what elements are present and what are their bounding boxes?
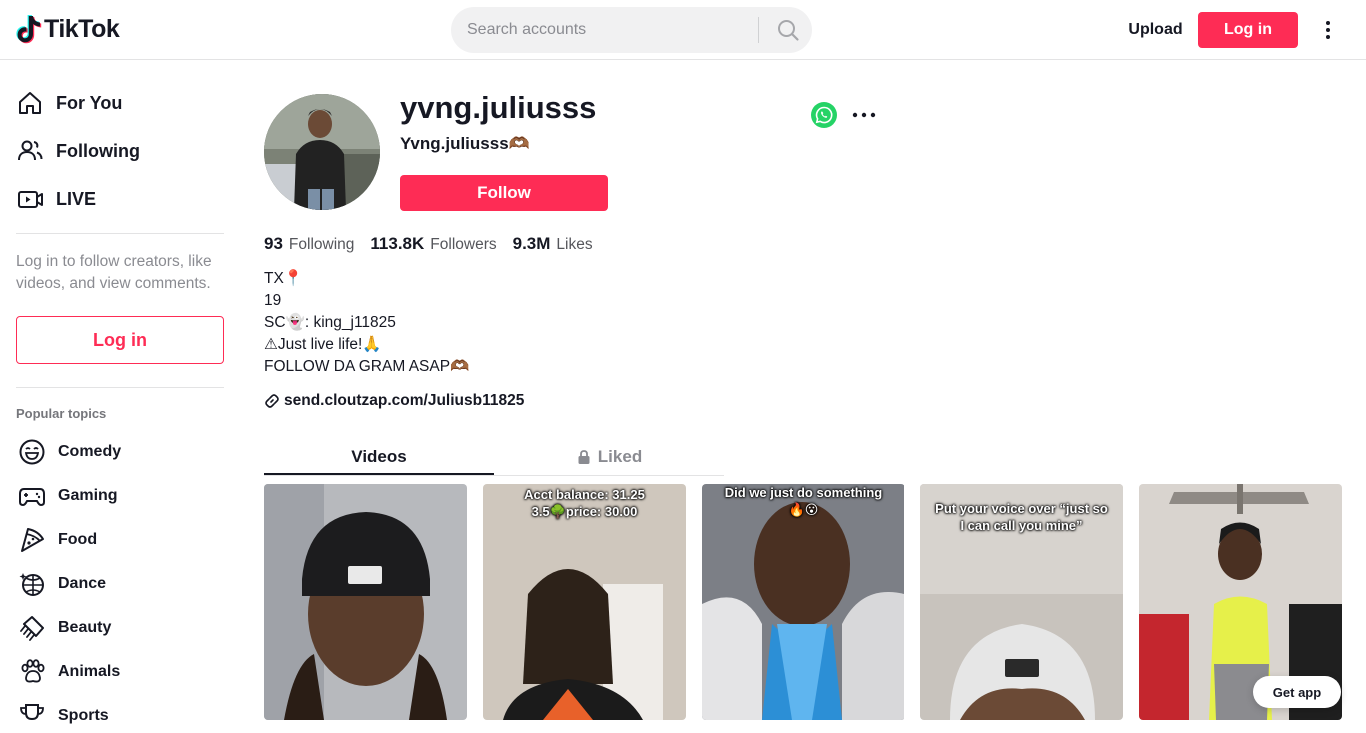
stat-label: Likes	[556, 236, 593, 253]
comb-icon	[16, 612, 48, 644]
video-thumbnail-image	[264, 484, 467, 720]
sidebar-item-live[interactable]: LIVE	[16, 179, 96, 219]
profile-link[interactable]: send.cloutzap.com/Juliusb11825	[264, 392, 524, 410]
search-input[interactable]	[467, 7, 757, 53]
profile-more-button[interactable]	[850, 103, 878, 127]
lock-icon	[578, 449, 590, 464]
people-icon	[16, 135, 48, 167]
topic-label: Sports	[58, 707, 109, 724]
bio-line: TX📍	[264, 270, 304, 287]
live-icon	[16, 183, 48, 215]
stat-followers[interactable]: 113.8K Followers	[370, 234, 496, 254]
disco-ball-icon	[16, 568, 48, 600]
video-caption: Acct balance: 31.25 3.5🌳price: 30.00	[483, 486, 686, 520]
profile-nickname: Yvng.juliusss🫶🏾	[400, 134, 530, 153]
tiktok-logo[interactable]: TikTok	[16, 14, 120, 44]
profile-bio: TX📍 19 SC👻: king_j11825 ⚠Just live life!…	[264, 268, 469, 378]
login-hint-text: Log in to follow creators, like videos, …	[16, 253, 212, 292]
video-thumbnail-image	[702, 484, 904, 720]
sidebar-item-label: For You	[56, 92, 123, 113]
stat-likes: 9.3M Likes	[513, 234, 593, 254]
link-icon	[265, 394, 279, 408]
sidebar-item-label: Following	[56, 140, 140, 161]
sidebar-item-for-you[interactable]: For You	[16, 83, 122, 123]
more-options-button[interactable]	[1316, 16, 1340, 44]
sidebar-divider	[16, 387, 224, 388]
get-app-button[interactable]: Get app	[1253, 676, 1341, 708]
profile-tabs: Videos Liked	[264, 438, 724, 476]
stat-value: 9.3M	[512, 234, 551, 253]
bio-line: FOLLOW DA GRAM ASAP🫶🏾	[264, 358, 470, 375]
smile-icon	[16, 436, 48, 468]
search-button[interactable]	[763, 7, 812, 53]
stat-value: 113.8K	[370, 234, 425, 253]
stat-following[interactable]: 93 Following	[264, 234, 354, 254]
video-caption: Did we just do something 🔥😮	[702, 484, 905, 518]
topic-animals[interactable]: Animals	[16, 655, 120, 689]
topic-label: Animals	[58, 663, 121, 680]
popular-topics-heading: Popular topics	[16, 406, 107, 421]
whatsapp-share-button[interactable]	[811, 102, 837, 128]
topic-comedy[interactable]: Comedy	[16, 435, 121, 469]
stat-label: Followers	[430, 236, 497, 253]
sidebar-item-label: LIVE	[56, 188, 97, 209]
profile-link-text: send.cloutzap.com/Juliusb11825	[284, 392, 525, 409]
avatar-photo	[264, 94, 380, 210]
top-header: TikTok Upload Log in	[0, 0, 1366, 60]
caption-text: Acct balance: 31.25 3.5🌳price: 30.00	[524, 487, 645, 519]
profile-username: yvng.juliusss	[400, 90, 597, 125]
sidebar-item-following[interactable]: Following	[16, 131, 140, 171]
follow-button[interactable]: Follow	[400, 175, 608, 211]
horizontal-dots-icon	[852, 112, 876, 118]
profile-stats: 93 Following 113.8K Followers 9.3M Likes	[264, 234, 609, 254]
topic-beauty[interactable]: Beauty	[16, 611, 111, 645]
vertical-dots-icon	[1326, 21, 1330, 39]
gamepad-icon	[16, 480, 48, 512]
home-icon	[16, 87, 48, 119]
topic-gaming[interactable]: Gaming	[16, 479, 118, 513]
tab-liked-label: Liked	[597, 446, 643, 466]
profile-avatar[interactable]	[264, 94, 380, 210]
search-icon	[777, 20, 799, 41]
tab-videos[interactable]: Videos	[264, 438, 494, 475]
topic-label: Beauty	[58, 619, 112, 636]
whatsapp-icon	[811, 102, 837, 128]
topic-label: Comedy	[58, 443, 122, 460]
video-thumbnail[interactable]	[264, 484, 467, 720]
paw-icon	[16, 656, 48, 688]
search-bar	[451, 7, 812, 53]
bio-line: 19	[264, 292, 282, 309]
topic-dance[interactable]: Dance	[16, 567, 106, 601]
bio-line: SC👻: king_j11825	[264, 314, 396, 331]
topic-sports[interactable]: Sports	[16, 699, 109, 733]
sidebar-divider	[16, 233, 224, 234]
trophy-icon	[16, 700, 48, 732]
video-thumbnail[interactable]: Acct balance: 31.25 3.5🌳price: 30.00	[483, 484, 686, 720]
stat-label: Following	[288, 236, 355, 253]
logo-text: TikTok	[44, 14, 120, 43]
header-login-button[interactable]: Log in	[1198, 12, 1298, 48]
pizza-icon	[16, 524, 48, 556]
stat-value: 93	[264, 234, 283, 253]
sidebar-login-button[interactable]: Log in	[16, 316, 224, 364]
tab-liked[interactable]: Liked	[494, 438, 724, 475]
topic-label: Gaming	[58, 487, 118, 504]
topic-label: Food	[58, 531, 98, 548]
topic-food[interactable]: Food	[16, 523, 97, 557]
topic-label: Dance	[58, 575, 107, 592]
video-thumbnail[interactable]: Did we just do something 🔥😮	[702, 484, 905, 720]
tiktok-logo-icon	[16, 15, 42, 44]
caption-text: Did we just do something 🔥😮	[724, 485, 883, 517]
caption-text: Put your voice over “just so I can call …	[935, 501, 1108, 533]
bio-line: ⚠Just live life!🙏	[264, 336, 382, 353]
video-caption: Put your voice over “just so I can call …	[920, 500, 1123, 534]
video-thumbnail[interactable]: Put your voice over “just so I can call …	[920, 484, 1123, 720]
sidebar: For You Following LIVE Log in to follow …	[0, 61, 240, 724]
active-tab-indicator	[264, 473, 494, 475]
upload-button[interactable]: Upload	[1118, 12, 1193, 47]
search-divider	[758, 17, 759, 43]
